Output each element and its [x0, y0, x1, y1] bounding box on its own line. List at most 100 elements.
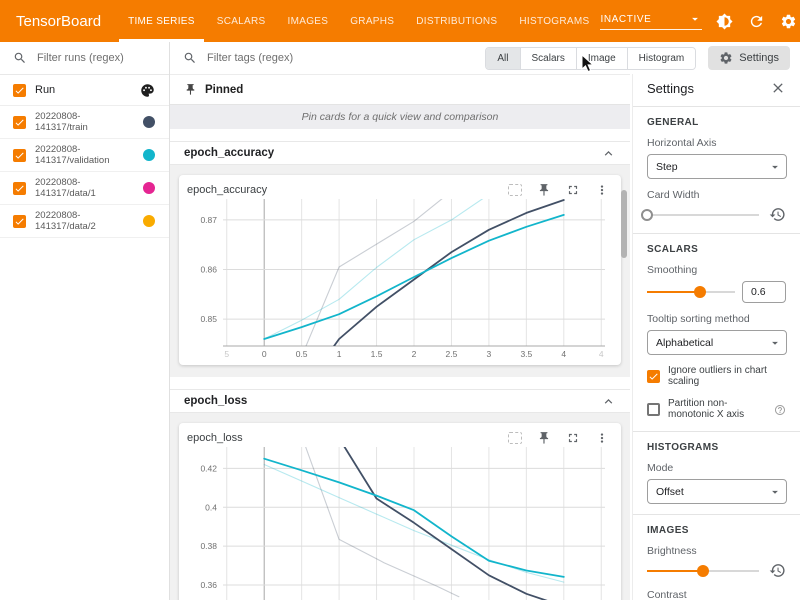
- run-name: 20220808-141317/data/1: [35, 177, 127, 199]
- runs-sidebar: Run 20220808-141317/train20220808-141317…: [0, 42, 170, 600]
- fit-domain-icon[interactable]: [508, 432, 522, 444]
- contrast-label: Contrast: [647, 589, 786, 600]
- images-heading: IMAGES: [647, 525, 786, 536]
- partition-x-axis-checkbox[interactable]: [647, 403, 660, 416]
- tooltip-sorting-label: Tooltip sorting method: [647, 313, 786, 325]
- slider-thumb[interactable]: [697, 565, 709, 577]
- tag-filter-image[interactable]: Image: [576, 48, 627, 69]
- ignore-outliers-row[interactable]: Ignore outliers in chart scaling: [647, 365, 786, 387]
- epoch-loss-chart[interactable]: 0.360.380.40.42: [187, 447, 607, 600]
- reset-icon[interactable]: [769, 206, 786, 223]
- chevron-up-icon[interactable]: [601, 146, 616, 161]
- card-actions: [508, 183, 609, 197]
- horizontal-axis-label: Horizontal Axis: [647, 137, 786, 149]
- brightness-row: [647, 562, 786, 579]
- brightness-slider[interactable]: [647, 564, 759, 578]
- card-width-row: [647, 206, 786, 223]
- dropdown-caret-icon: [768, 485, 782, 499]
- pinned-empty-state: Pin cards for a quick view and compariso…: [170, 105, 630, 129]
- run-color-swatch: [143, 149, 155, 161]
- help-icon[interactable]: [774, 403, 786, 415]
- run-checkbox[interactable]: [13, 116, 26, 129]
- smoothing-value-input[interactable]: [742, 281, 786, 303]
- settings-gear-icon[interactable]: [778, 11, 798, 31]
- palette-icon[interactable]: [140, 83, 155, 98]
- tag-filter-histogram[interactable]: Histogram: [627, 48, 696, 69]
- divider: [633, 431, 800, 432]
- tab-distributions[interactable]: DISTRIBUTIONS: [405, 0, 508, 42]
- run-list-item[interactable]: 20220808-141317/train: [0, 106, 169, 139]
- histogram-mode-select[interactable]: Offset: [647, 479, 787, 504]
- tensorboard-app: TensorBoard TIME SERIESSCALARSIMAGESGRAP…: [0, 0, 800, 600]
- svg-text:0.86: 0.86: [200, 265, 217, 275]
- ignore-outliers-checkbox[interactable]: [647, 370, 660, 383]
- fit-domain-icon[interactable]: [508, 184, 522, 196]
- epoch-accuracy-chart[interactable]: 0.850.860.8700.511.522.533.5454: [187, 199, 607, 361]
- pinned-section-header: Pinned: [170, 75, 630, 105]
- pin-icon[interactable]: [537, 431, 551, 445]
- select-all-runs-checkbox[interactable]: [13, 84, 26, 97]
- run-color-swatch: [143, 182, 155, 194]
- svg-text:0.5: 0.5: [296, 349, 308, 359]
- run-name: 20220808-141317/train: [35, 111, 127, 133]
- slider-thumb[interactable]: [641, 209, 653, 221]
- search-icon: [183, 51, 197, 65]
- epoch-loss-card: epoch_loss 0.360.380.40.42: [179, 423, 621, 600]
- histogram-mode-label: Mode: [647, 462, 786, 474]
- card-actions: [508, 431, 609, 445]
- section-title: epoch_accuracy: [184, 147, 274, 159]
- cards-scroll-area: Pinned Pin cards for a quick view and co…: [170, 74, 630, 600]
- svg-text:3: 3: [487, 349, 492, 359]
- card-header: epoch_accuracy: [187, 183, 617, 197]
- pinned-title: Pinned: [205, 84, 243, 96]
- histograms-heading: HISTOGRAMS: [647, 442, 786, 453]
- run-list-item[interactable]: 20220808-141317/data/1: [0, 172, 169, 205]
- section-epoch-loss[interactable]: epoch_loss: [170, 389, 630, 413]
- dropdown-caret-icon: [768, 160, 782, 174]
- smoothing-row: [647, 281, 786, 303]
- filter-runs-input[interactable]: [35, 51, 159, 65]
- tab-scalars[interactable]: SCALARS: [206, 0, 277, 42]
- svg-text:3.5: 3.5: [520, 349, 532, 359]
- settings-button-label: Settings: [739, 52, 779, 64]
- tag-filter-scalars[interactable]: Scalars: [520, 48, 576, 69]
- divider: [633, 514, 800, 515]
- run-checkbox[interactable]: [13, 149, 26, 162]
- brightness-toggle-icon[interactable]: [714, 11, 734, 31]
- tooltip-sorting-select[interactable]: Alphabetical: [647, 330, 787, 355]
- section-epoch-accuracy[interactable]: epoch_accuracy: [170, 141, 630, 165]
- smoothing-slider[interactable]: [647, 285, 735, 299]
- svg-text:1.5: 1.5: [371, 349, 383, 359]
- run-list-item[interactable]: 20220808-141317/validation: [0, 139, 169, 172]
- horizontal-axis-select[interactable]: Step: [647, 154, 787, 179]
- pin-icon[interactable]: [537, 183, 551, 197]
- slider-thumb[interactable]: [694, 286, 706, 298]
- close-icon[interactable]: [770, 80, 786, 96]
- refresh-icon[interactable]: [746, 11, 766, 31]
- run-list-item[interactable]: 20220808-141317/data/2: [0, 205, 169, 238]
- card-title: epoch_accuracy: [187, 184, 267, 196]
- tab-graphs[interactable]: GRAPHS: [339, 0, 405, 42]
- run-name: 20220808-141317/data/2: [35, 210, 127, 232]
- chevron-up-icon[interactable]: [601, 394, 616, 409]
- tab-histograms[interactable]: HISTOGRAMS: [508, 0, 600, 42]
- partition-x-axis-row[interactable]: Partition non-monotonic X axis: [647, 398, 786, 420]
- reload-status-dropdown[interactable]: INACTIVE: [600, 12, 702, 30]
- vertical-scrollbar[interactable]: [621, 190, 627, 258]
- settings-button[interactable]: Settings: [708, 46, 790, 70]
- filter-tags-input[interactable]: [205, 51, 369, 65]
- card-width-slider[interactable]: [647, 208, 759, 222]
- tab-time-series[interactable]: TIME SERIES: [117, 0, 206, 42]
- tab-images[interactable]: IMAGES: [277, 0, 340, 42]
- dropdown-caret-icon: [768, 336, 782, 350]
- run-checkbox[interactable]: [13, 215, 26, 228]
- tag-filter-all[interactable]: All: [486, 48, 519, 69]
- more-menu-icon[interactable]: [595, 431, 609, 445]
- more-menu-icon[interactable]: [595, 183, 609, 197]
- fullscreen-icon[interactable]: [566, 431, 580, 445]
- card-width-label: Card Width: [647, 189, 786, 201]
- fullscreen-icon[interactable]: [566, 183, 580, 197]
- brightness-label: Brightness: [647, 545, 786, 557]
- run-checkbox[interactable]: [13, 182, 26, 195]
- reset-icon[interactable]: [769, 562, 786, 579]
